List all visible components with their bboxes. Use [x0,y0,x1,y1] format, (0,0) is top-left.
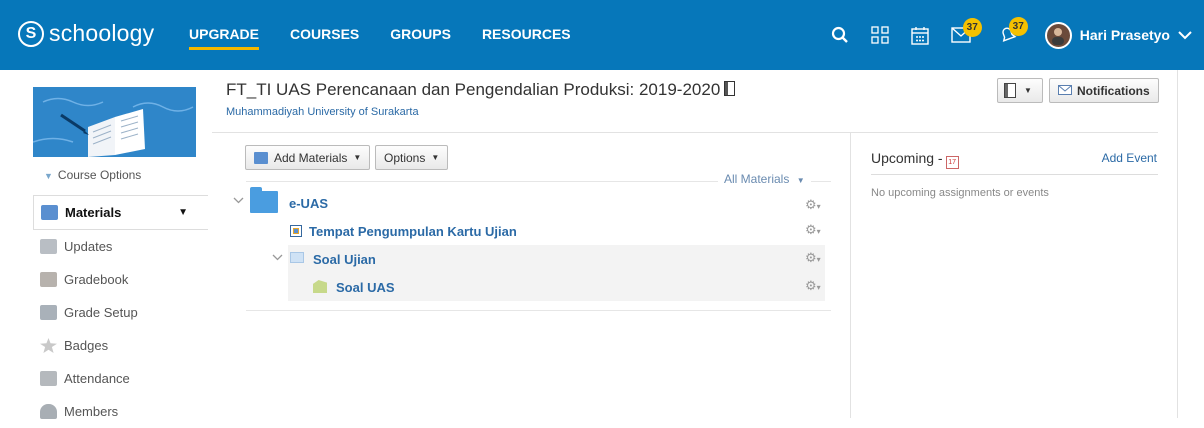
sidebar-item-grade-setup[interactable]: Grade Setup [33,296,208,329]
sidebar-item-badges[interactable]: Badges [33,329,208,362]
gear-icon[interactable]: ⚙▾ [805,278,821,294]
sidebar-item-label: Badges [64,338,109,353]
gear-icon[interactable]: ⚙▾ [805,222,821,238]
updates-icon [40,239,57,254]
calendar-icon: 17 [945,156,959,169]
apps-grid-icon[interactable] [871,26,889,44]
notebook-icon [724,81,736,96]
column-divider [850,133,851,418]
content-border [1177,70,1178,418]
caret-down-icon: ▼ [431,153,440,162]
notifications-button[interactable]: Notifications [1049,78,1159,103]
sidebar-item-label: Updates [64,239,113,254]
header-actions: 37 37 Hari Prasetyo [831,0,1204,70]
caret-down-icon: ▼ [353,153,362,162]
logo-mark: S [18,20,44,47]
badges-icon [40,338,57,353]
assignment-icon [290,225,302,237]
course-options-toggle[interactable]: ▼ Course Options [44,168,141,182]
gear-icon[interactable]: ⚙▾ [805,250,821,266]
all-materials-filter[interactable]: All Materials ▼ [718,172,811,186]
caret-down-icon: ▼ [44,171,53,181]
upcoming-empty-message: No upcoming assignments or events [871,187,1049,199]
envelope-icon [1058,84,1072,98]
add-event-link[interactable]: Add Event [1102,151,1157,165]
course-menu-button[interactable]: ▼ [997,78,1043,103]
gear-icon[interactable]: ⚙▾ [805,197,821,213]
members-icon [40,404,57,419]
logo-text: schoology [49,20,155,46]
nav-resources[interactable]: RESOURCES [482,26,571,50]
material-assignment-label: Tempat Pengumpulan Kartu Ujian [309,224,517,239]
user-avatar[interactable] [1044,21,1072,49]
material-folder-soal-ujian[interactable]: Soal Ujian [313,252,376,267]
attendance-icon [40,371,57,386]
material-folder-e-uas[interactable]: e-UAS [289,196,328,211]
sidebar-item-label: Gradebook [64,272,129,287]
add-materials-button[interactable]: Add Materials ▼ [245,145,371,170]
all-materials-label: All Materials [724,172,790,186]
materials-icon [41,205,58,220]
upcoming-divider [871,174,1158,175]
material-assignment-row[interactable]: Tempat Pengumpulan Kartu Ujian [290,224,517,239]
folder-icon [250,187,278,213]
gradebook-icon [40,272,57,287]
school-link[interactable]: Muhammadiyah University of Surakarta [226,106,419,118]
upcoming-heading: Upcoming -17 [871,150,959,169]
options-button[interactable]: Options ▼ [375,145,449,170]
caret-down-icon: ▼ [1024,86,1032,95]
sidebar-item-label: Grade Setup [64,305,138,320]
grade-setup-icon [40,305,57,320]
user-name[interactable]: Hari Prasetyo [1080,27,1170,43]
header-divider [212,132,1158,133]
caret-down-icon: ▼ [796,176,805,185]
search-icon[interactable] [831,26,849,44]
schoology-logo[interactable]: S schoology [18,20,154,47]
main-nav: UPGRADE COURSES GROUPS RESOURCES [189,26,602,50]
sidebar-item-attendance[interactable]: Attendance [33,362,208,395]
sidebar-item-gradebook[interactable]: Gradebook [33,263,208,296]
add-materials-label: Add Materials [274,150,348,165]
notifications-count-badge: 37 [1008,17,1028,36]
folder-icon [290,252,304,263]
course-cover-image [33,87,196,157]
course-options-label: Course Options [57,168,142,182]
options-label: Options [384,150,426,165]
materials-bottom-divider [246,310,831,311]
sidebar-item-label: Members [64,404,119,419]
course-title-text: FT_TI UAS Perencanaan dan Pengendalian P… [226,80,721,99]
calendar-icon[interactable] [911,26,929,45]
chevron-down-icon[interactable] [233,193,244,207]
notebook-icon [1004,83,1016,98]
materials-icon [254,151,268,164]
sidebar-item-materials[interactable]: Materials ▼ [33,195,208,230]
material-file-soal-uas[interactable]: Soal UAS [336,280,395,295]
sidebar-item-members[interactable]: Members [33,395,208,428]
messages-count-badge: 37 [962,18,982,37]
sidebar-item-updates[interactable]: Updates [33,230,208,263]
notifications-bell-icon[interactable]: 37 [999,17,1028,44]
caret-down-icon: ▼ [178,207,188,218]
page-title: FT_TI UAS Perencanaan dan Pengendalian P… [226,80,736,100]
nav-courses[interactable]: COURSES [290,26,359,50]
messages-icon[interactable]: 37 [951,18,982,43]
course-sidebar-nav: Materials ▼ Updates Gradebook Grade Setu… [33,195,208,428]
chevron-down-icon[interactable] [272,250,283,264]
top-navigation-bar: S schoology UPGRADE COURSES GROUPS RESOU… [0,0,1204,70]
upcoming-title: Upcoming - [871,150,943,166]
chevron-down-icon[interactable] [1178,27,1192,43]
nav-groups[interactable]: GROUPS [390,26,451,50]
notifications-label: Notifications [1077,83,1150,98]
sidebar-item-label: Attendance [64,371,130,386]
sidebar-item-label: Materials [65,205,122,220]
nav-upgrade[interactable]: UPGRADE [189,26,260,50]
